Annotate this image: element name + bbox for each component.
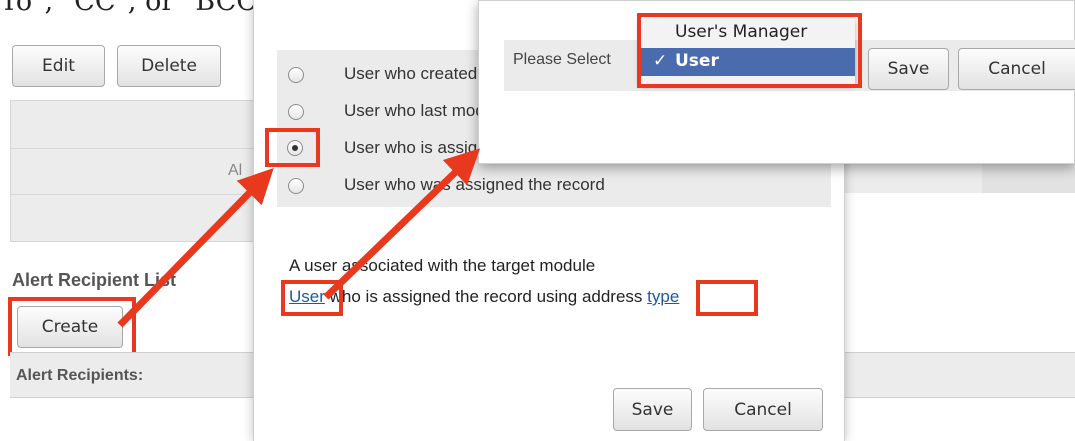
arrow-user-to-popup bbox=[323, 148, 481, 300]
arrow-create-to-radio bbox=[117, 167, 274, 328]
annotation-arrows bbox=[117, 148, 481, 328]
